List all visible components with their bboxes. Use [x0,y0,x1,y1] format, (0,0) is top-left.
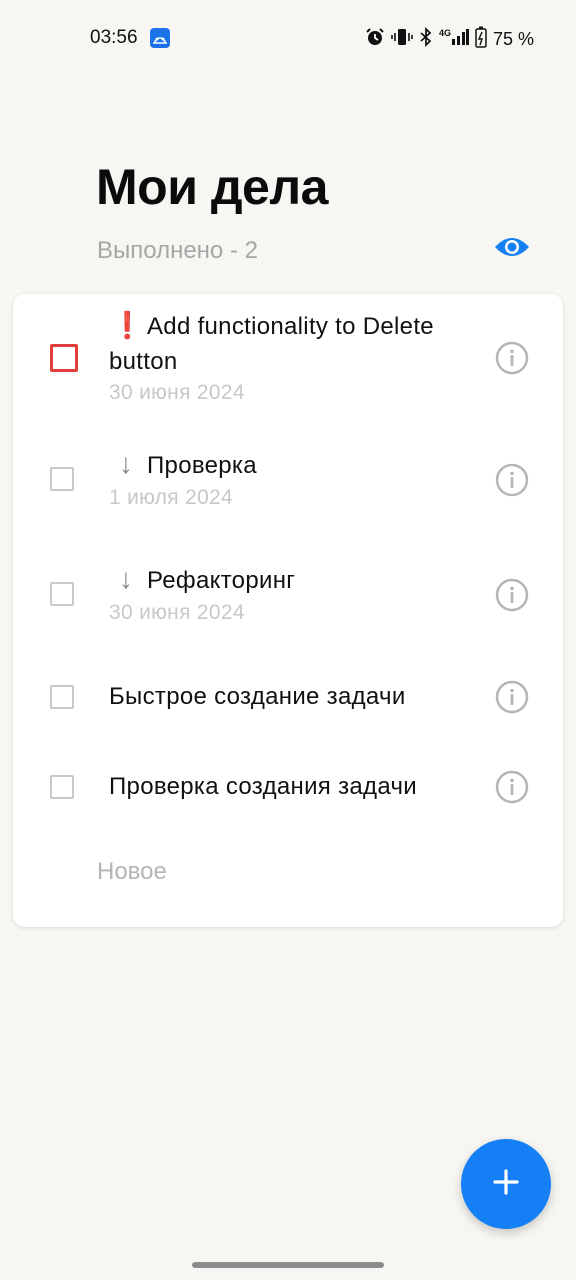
bluetooth-icon [419,26,433,52]
eye-icon [494,234,530,265]
task-date: 30 июня 2024 [109,601,245,624]
task-row[interactable]: ❗ Add functionality to Delete button 30 и… [13,294,563,414]
task-row[interactable]: Быстрое создание задачи [13,664,563,730]
info-icon[interactable] [495,578,529,612]
task-title[interactable]: Быстрое создание задачи [109,679,479,714]
task-date: 1 июля 2024 [109,486,234,509]
info-icon[interactable] [495,341,529,375]
status-icons: 4G 75 % [365,26,534,53]
task-checkbox[interactable] [50,582,74,606]
battery-icon [475,26,487,53]
task-row[interactable]: Проверка создания задачи [13,754,563,820]
alarm-icon [365,27,385,52]
battery-percent: 75 % [492,29,534,49]
arrow-down-icon: ↓ [118,448,134,479]
vibrate-icon [391,27,413,52]
task-checkbox[interactable] [50,685,74,709]
signal-icon: 4G [439,27,469,52]
new-task-input[interactable]: Новое [97,858,167,886]
task-date: 30 июня 2024 [109,381,245,404]
task-title[interactable]: ↓ Рефакторинг [109,561,479,598]
info-icon[interactable] [495,770,529,804]
arrow-down-icon: ↓ [118,563,134,594]
add-task-button[interactable] [461,1139,551,1229]
task-checkbox[interactable] [50,344,78,372]
task-title[interactable]: Проверка создания задачи [109,769,479,804]
task-title[interactable]: ❗ Add functionality to Delete button [109,308,479,379]
svg-text:4G: 4G [439,28,451,38]
android-app-icon [150,28,170,48]
task-list-card: ❗ Add functionality to Delete button 30 и… [13,294,563,927]
plus-icon [492,1168,520,1201]
home-indicator[interactable] [192,1262,384,1268]
info-icon[interactable] [495,680,529,714]
task-checkbox[interactable] [50,775,74,799]
task-row[interactable]: ↓ Рефакторинг 30 июня 2024 [13,549,563,639]
done-count-label: Выполнено - 2 [97,237,258,264]
status-bar: 03:56 4G 75 % [0,0,576,78]
status-time: 03:56 [90,27,138,48]
task-checkbox[interactable] [50,467,74,491]
info-icon[interactable] [495,463,529,497]
task-title[interactable]: ↓ Проверка [109,446,479,483]
exclamation-icon: ❗ [111,310,144,340]
page-title: Мои дела [96,159,328,215]
toggle-visibility-button[interactable] [494,233,530,265]
task-row[interactable]: ↓ Проверка 1 июля 2024 [13,434,563,524]
